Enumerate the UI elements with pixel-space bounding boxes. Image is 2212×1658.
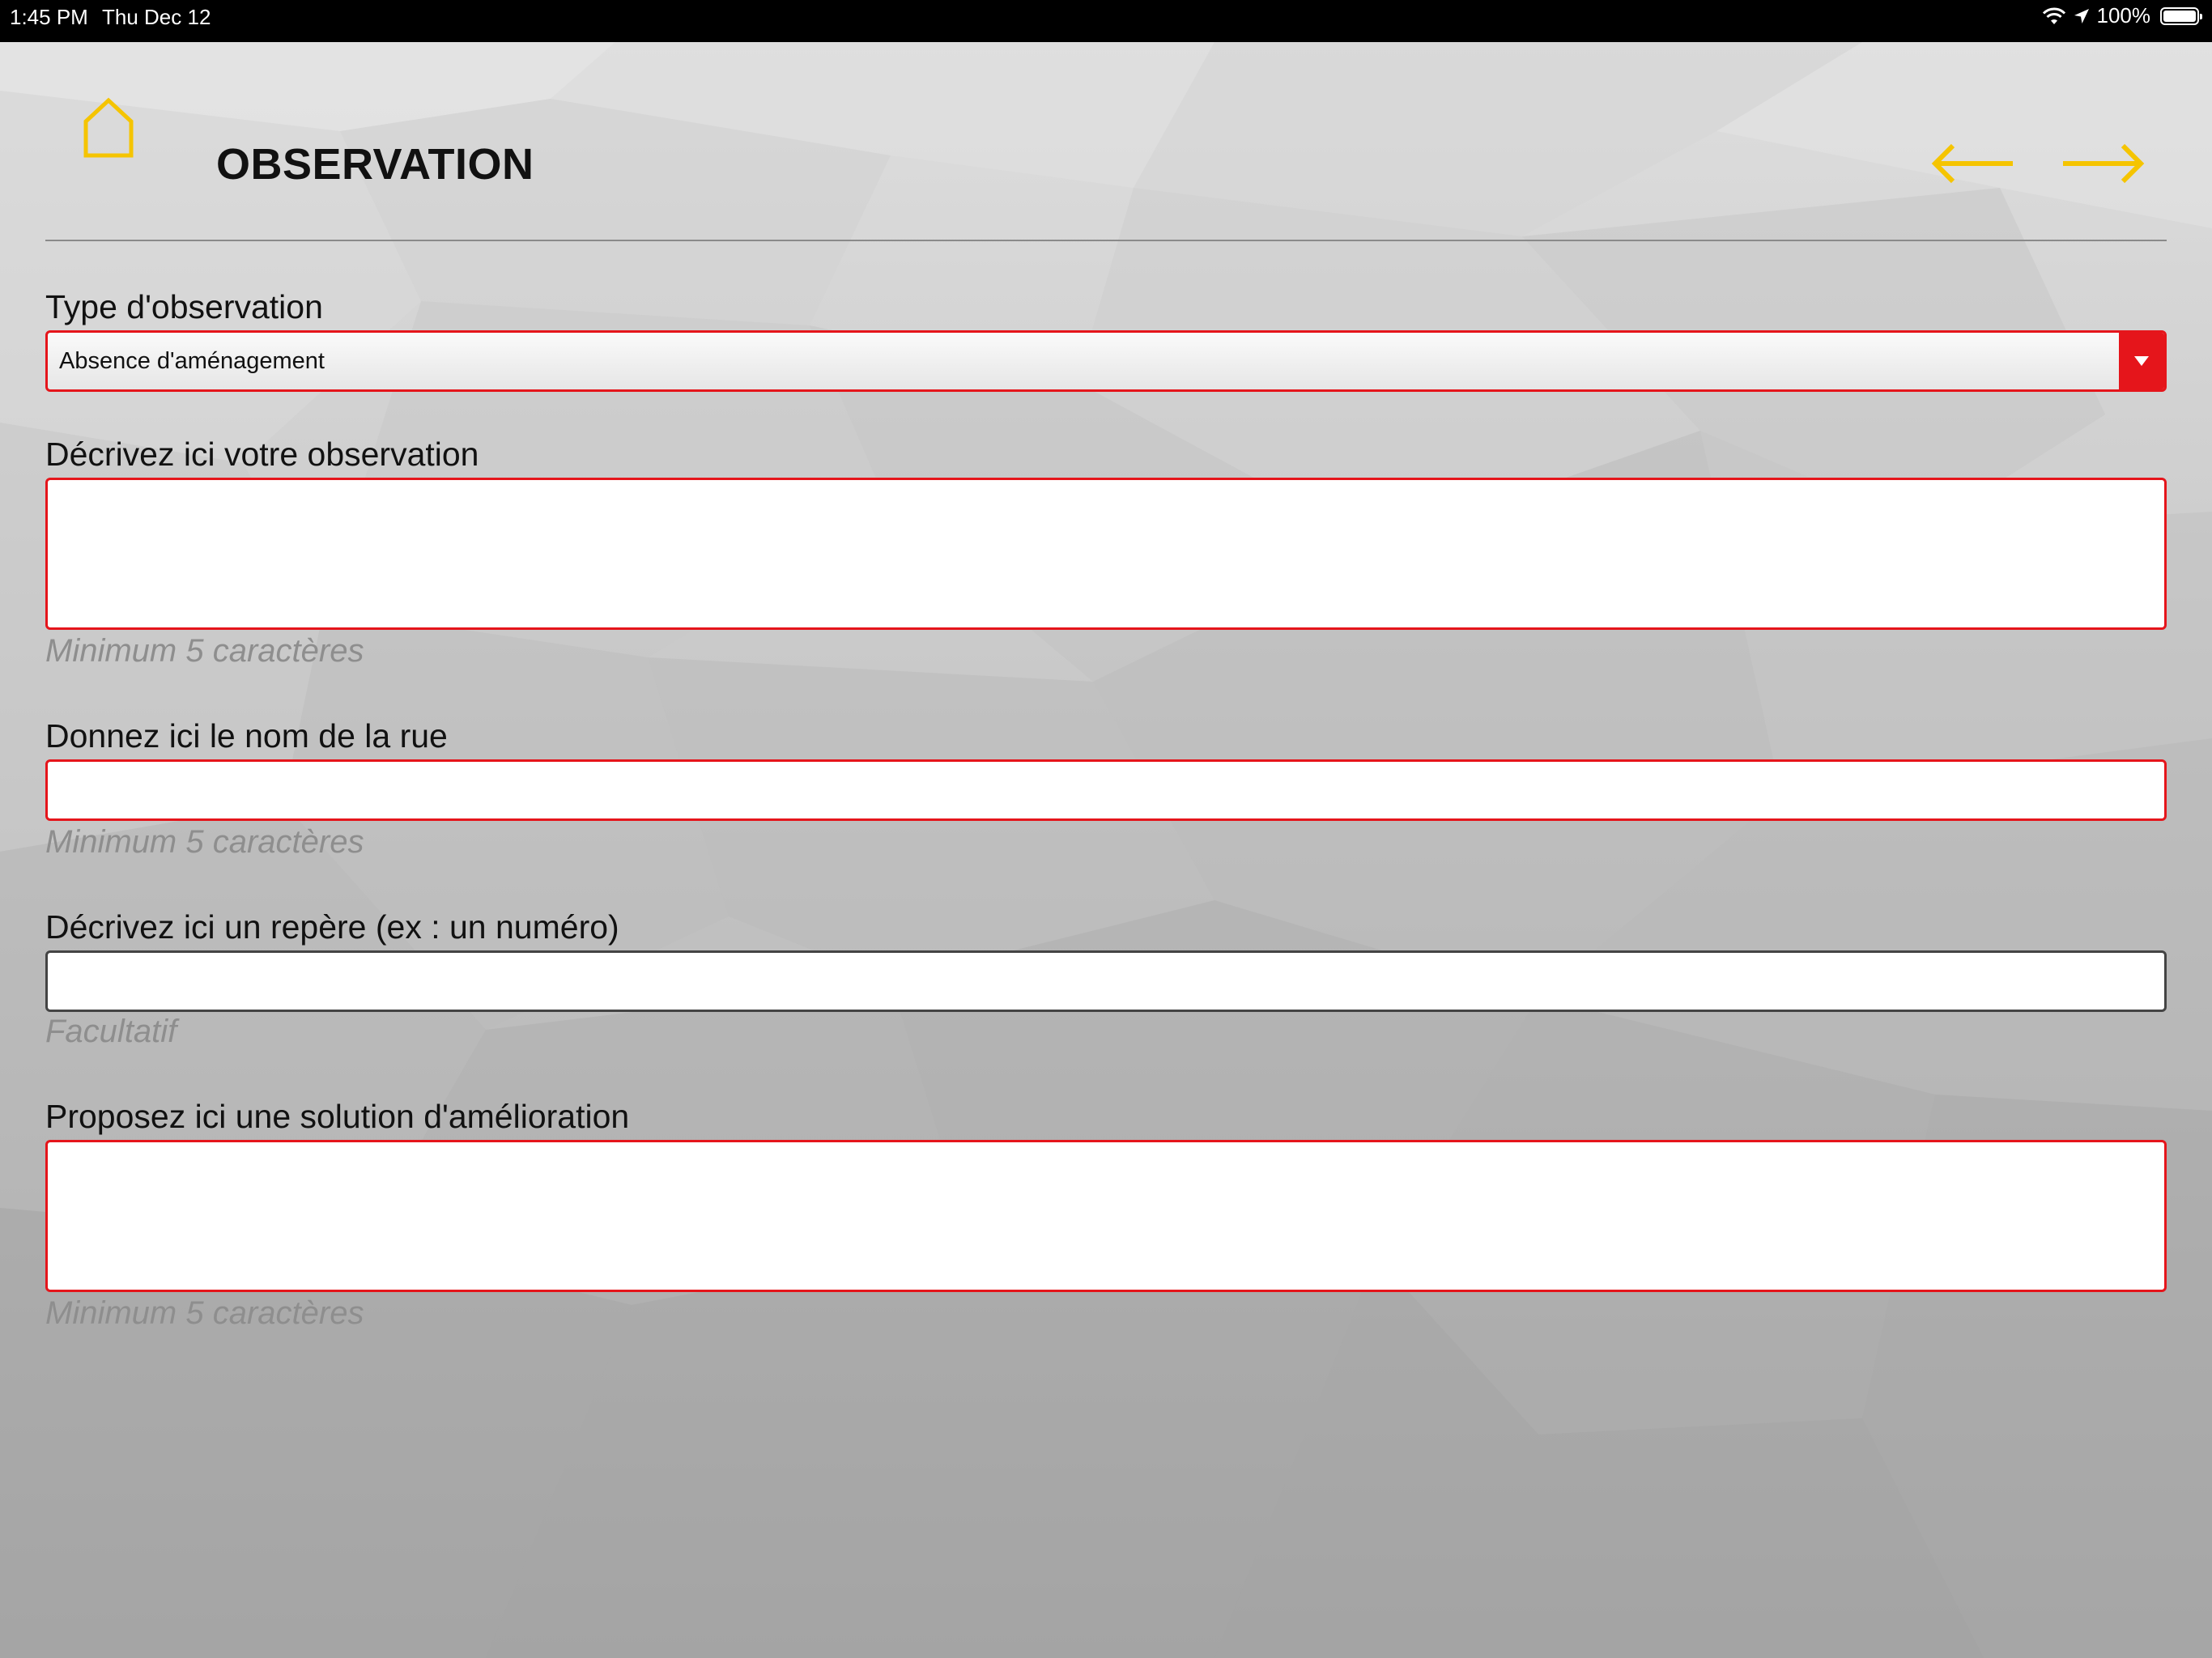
landmark-input[interactable] (45, 950, 2167, 1012)
dropdown-caret[interactable] (2119, 333, 2164, 389)
back-button[interactable] (1929, 139, 2018, 188)
status-date: Thu Dec 12 (102, 5, 211, 29)
description-textarea[interactable] (45, 478, 2167, 630)
description-helper: Minimum 5 caractères (45, 633, 364, 669)
street-input[interactable] (45, 759, 2167, 821)
forward-button[interactable] (2058, 139, 2147, 188)
chevron-down-icon (2134, 356, 2149, 366)
page-title: OBSERVATION (216, 140, 534, 189)
arrow-left-icon (1931, 143, 2013, 184)
observation-type-value: Absence d'aménagement (59, 347, 325, 374)
landmark-helper: Facultatif (45, 1014, 177, 1049)
description-label: Décrivez ici votre observation (45, 436, 479, 473)
street-label: Donnez ici le nom de la rue (45, 717, 448, 755)
home-button[interactable] (81, 96, 136, 160)
home-icon (83, 97, 134, 158)
status-time: 1:45 PM (10, 5, 88, 29)
header-divider (45, 240, 2167, 241)
status-bar: 1:45 PM Thu Dec 12 100% (0, 0, 2212, 42)
battery-icon (2160, 6, 2202, 25)
solution-helper: Minimum 5 caractères (45, 1295, 364, 1331)
street-helper: Minimum 5 caractères (45, 824, 364, 860)
solution-label: Proposez ici une solution d'amélioration (45, 1098, 630, 1135)
location-icon (2073, 7, 2091, 25)
battery-percentage: 100% (2096, 3, 2151, 28)
observation-type-select[interactable]: Absence d'aménagement (45, 330, 2167, 392)
observation-type-label: Type d'observation (45, 288, 323, 325)
landmark-label: Décrivez ici un repère (ex : un numéro) (45, 908, 619, 946)
solution-textarea[interactable] (45, 1140, 2167, 1292)
status-indicators: 100% (2042, 3, 2202, 28)
arrow-right-icon (2063, 143, 2145, 184)
wifi-icon (2042, 6, 2066, 26)
